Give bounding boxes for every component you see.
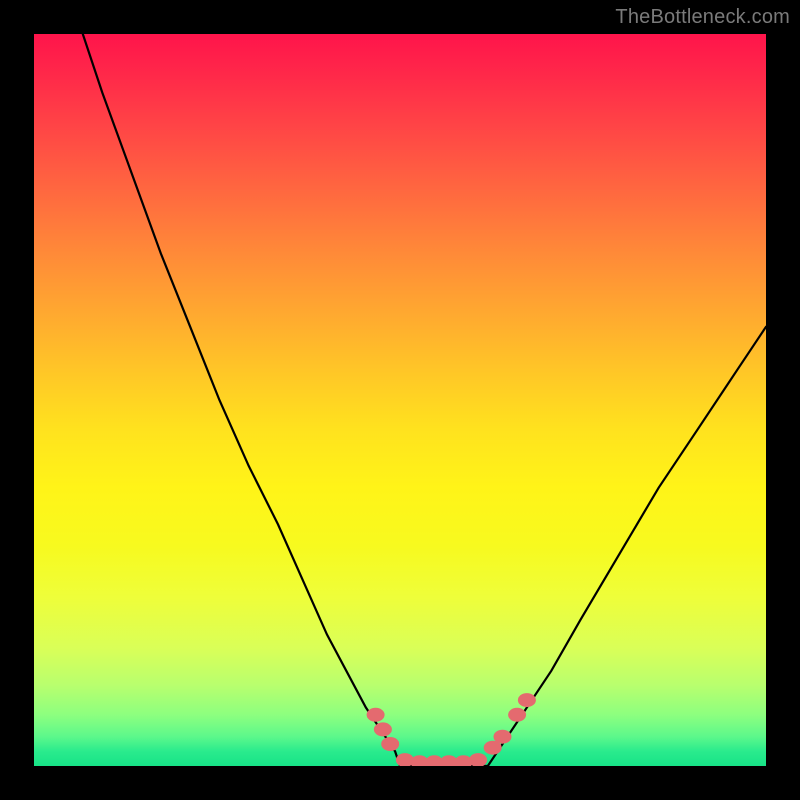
chart-frame: TheBottleneck.com [0,0,800,800]
marker-dot [367,708,385,722]
marker-dot [508,708,526,722]
left-curve [83,34,400,766]
marker-dot [518,693,536,707]
marker-dot [494,730,512,744]
marker-dot [469,753,487,766]
watermark-text: TheBottleneck.com [615,6,790,29]
valley-markers [367,693,536,766]
plot-area [34,34,766,766]
curve-layer [34,34,766,766]
marker-dot [381,737,399,751]
marker-dot [374,722,392,736]
